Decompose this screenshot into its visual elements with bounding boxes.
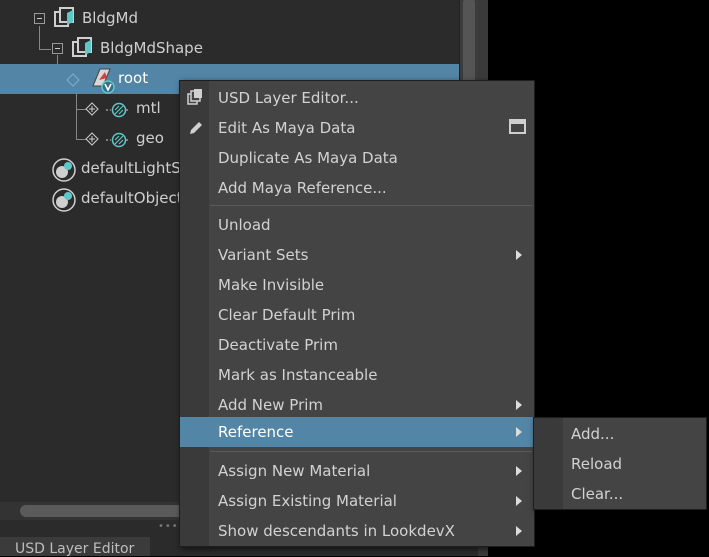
menu-item-edit-as-maya-data[interactable]: Edit As Maya Data (180, 113, 534, 143)
menu-item-label: Reference (218, 423, 294, 441)
menu-item-label: Add... (571, 425, 615, 443)
expand-diamond-icon[interactable] (66, 73, 80, 87)
context-menu: USD Layer Editor... Edit As Maya Data Du… (179, 80, 535, 547)
submenu-item-reload[interactable]: Reload (534, 449, 706, 479)
node-label: BldgMd (82, 9, 138, 27)
submenu-arrow-icon (516, 496, 522, 506)
menu-separator (210, 451, 532, 452)
scope-prim-icon (106, 132, 130, 148)
menu-item-clear-default-prim[interactable]: Clear Default Prim (180, 300, 534, 330)
submenu-arrow-icon (516, 526, 522, 536)
menu-item-label: Reload (571, 455, 623, 473)
menu-item-label: Duplicate As Maya Data (218, 149, 398, 167)
menu-item-make-invisible[interactable]: Make Invisible (180, 270, 534, 300)
outliner-item-bldgmdshape[interactable]: BldgMdShape (0, 34, 459, 64)
menu-item-label: Add Maya Reference... (218, 179, 387, 197)
menu-item-label: Edit As Maya Data (218, 119, 356, 137)
submenu-item-clear[interactable]: Clear... (534, 479, 706, 509)
menu-item-duplicate-as-maya-data[interactable]: Duplicate As Maya Data (180, 143, 534, 173)
option-box-icon[interactable] (509, 119, 526, 134)
scope-prim-icon (106, 102, 130, 118)
node-label: defaultObjectS (81, 189, 193, 207)
menu-item-label: Add New Prim (218, 396, 324, 414)
menu-item-label: Clear Default Prim (218, 306, 356, 324)
submenu-arrow-icon (516, 250, 522, 260)
usd-layers-icon (187, 89, 202, 105)
menu-separator (210, 205, 532, 206)
menu-item-deactivate-prim[interactable]: Deactivate Prim (180, 330, 534, 360)
submenu-item-add[interactable]: Add... (534, 419, 706, 449)
collapse-toggle[interactable] (34, 13, 45, 24)
menu-item-label: USD Layer Editor... (218, 89, 359, 107)
usd-proxy-shape-icon (72, 37, 92, 57)
outliner-item-bldgmd[interactable]: BldgMd (0, 4, 459, 34)
menu-item-label: Deactivate Prim (218, 336, 338, 354)
node-label: mtl (136, 99, 161, 117)
collapse-toggle[interactable] (52, 43, 63, 54)
menu-item-variant-sets[interactable]: Variant Sets (180, 240, 534, 270)
menu-item-label: Variant Sets (218, 246, 309, 264)
menu-item-unload[interactable]: Unload (180, 210, 534, 240)
menu-item-label: Make Invisible (218, 276, 325, 294)
object-set-icon (52, 158, 76, 182)
submenu-arrow-icon (516, 400, 522, 410)
menu-item-label: Mark as Instanceable (218, 366, 378, 384)
menu-item-label: Unload (218, 216, 271, 234)
menu-item-label: Clear... (571, 485, 624, 503)
node-label: defaultLightSe (81, 159, 190, 177)
transform-node-icon (54, 7, 74, 27)
node-label: geo (136, 129, 164, 147)
tab-label: USD Layer Editor (15, 541, 135, 557)
scrollbar-thumb[interactable] (20, 505, 190, 517)
menu-item-assign-new-material[interactable]: Assign New Material (180, 456, 534, 486)
scrollbar-thumb[interactable] (463, 0, 475, 90)
reference-submenu: Add... Reload Clear... (533, 417, 707, 510)
usd-xform-prim-icon (92, 68, 115, 94)
node-label: root (118, 69, 149, 87)
menu-item-add-maya-reference[interactable]: Add Maya Reference... (180, 173, 534, 203)
submenu-arrow-icon (516, 427, 522, 437)
menu-item-mark-as-instanceable[interactable]: Mark as Instanceable (180, 360, 534, 390)
menu-item-usd-layer-editor[interactable]: USD Layer Editor... (180, 83, 534, 113)
object-set-icon (52, 188, 76, 212)
submenu-arrow-icon (516, 466, 522, 476)
menu-item-add-new-prim[interactable]: Add New Prim (180, 390, 534, 420)
node-label: BldgMdShape (100, 39, 203, 57)
menu-item-label: Assign New Material (218, 462, 371, 480)
tab-usd-layer-editor[interactable]: USD Layer Editor (0, 537, 150, 557)
menu-item-assign-existing-material[interactable]: Assign Existing Material (180, 486, 534, 516)
menu-item-show-descendants-in-lookdevx[interactable]: Show descendants in LookdevX (180, 516, 534, 546)
expand-diamond-icon[interactable] (85, 132, 99, 146)
menu-item-label: Assign Existing Material (218, 492, 397, 510)
menu-item-reference[interactable]: Reference (180, 417, 534, 447)
expand-diamond-icon[interactable] (85, 102, 99, 116)
pencil-icon (190, 122, 202, 134)
menu-item-label: Show descendants in LookdevX (218, 522, 455, 540)
